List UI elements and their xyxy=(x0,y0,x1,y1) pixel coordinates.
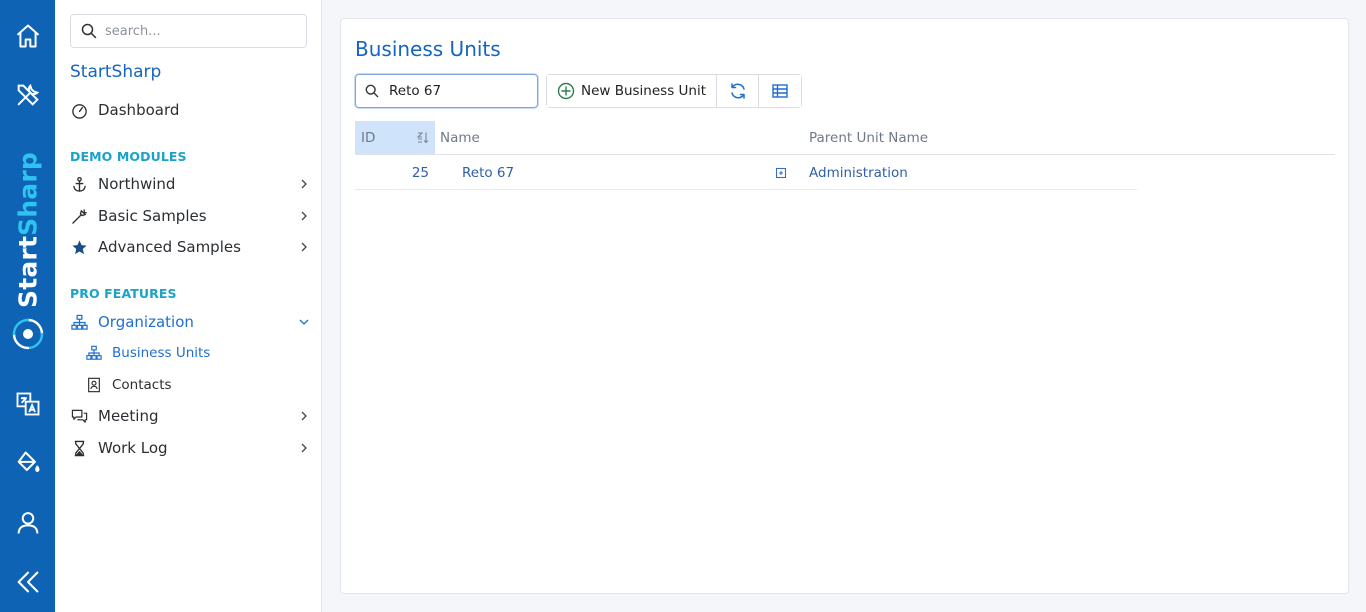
dashboard-icon xyxy=(70,101,88,119)
search-icon xyxy=(81,23,97,39)
table-icon xyxy=(772,84,788,98)
chevron-down-icon xyxy=(299,319,309,325)
collapse-icon xyxy=(17,571,38,593)
sidebar-item-business-units[interactable]: Business Units xyxy=(85,341,285,365)
sidebar-item-organization[interactable]: Organization xyxy=(70,309,310,335)
star-icon xyxy=(70,238,88,256)
administration-button[interactable] xyxy=(0,75,55,115)
grid-quick-search[interactable] xyxy=(355,74,538,108)
wand-icon xyxy=(70,207,88,225)
sidebar-item-label: Dashboard xyxy=(98,101,180,119)
sidebar-item-contacts[interactable]: Contacts xyxy=(85,373,285,397)
sidebar-item-work-log[interactable]: Work Log xyxy=(70,435,310,461)
new-business-unit-label: New Business Unit xyxy=(580,83,707,99)
sidebar-item-northwind[interactable]: Northwind xyxy=(70,171,310,197)
paint-bucket-icon xyxy=(17,451,39,473)
user-icon xyxy=(17,512,38,534)
column-header-parent-unit[interactable]: Parent Unit Name xyxy=(809,121,1109,154)
cell-name-link[interactable]: Reto 67 xyxy=(462,156,514,190)
grid-header: ID Name Parent Unit Name xyxy=(355,121,1335,155)
sidebar-search-input[interactable] xyxy=(105,23,305,39)
sidebar-item-advanced-samples[interactable]: Advanced Samples xyxy=(70,234,310,260)
brand-start: Start xyxy=(13,235,43,309)
edit-parent-button[interactable] xyxy=(775,156,789,190)
icon-rail: StartSharp xyxy=(0,0,55,612)
section-pro-features: PRO FEATURES xyxy=(70,286,177,301)
sidebar-item-label: Work Log xyxy=(98,439,168,457)
brand-logo-icon xyxy=(12,318,44,350)
chevron-right-icon xyxy=(301,411,307,421)
sidebar-item-label: Organization xyxy=(98,313,194,331)
main-panel: Business Units New Business Unit ID Name… xyxy=(340,18,1349,594)
brand-vertical: StartSharp xyxy=(5,150,51,360)
sidebar-item-basic-samples[interactable]: Basic Samples xyxy=(70,203,310,229)
sidebar: StartSharp Dashboard DEMO MODULES Northw… xyxy=(55,0,322,612)
search-icon xyxy=(365,84,379,98)
refresh-button[interactable] xyxy=(717,75,759,107)
org-chart-icon xyxy=(70,313,88,331)
add-circle-icon xyxy=(557,82,575,100)
edit-icon xyxy=(775,167,787,179)
new-business-unit-button[interactable]: New Business Unit xyxy=(547,75,717,107)
sort-ascending-icon xyxy=(416,132,429,144)
sidebar-item-meeting[interactable]: Meeting xyxy=(70,403,310,429)
column-header-id[interactable]: ID xyxy=(355,121,435,154)
chevron-right-icon xyxy=(301,211,307,221)
contact-card-icon xyxy=(85,376,103,394)
home-icon xyxy=(16,24,39,48)
sidebar-item-label: Northwind xyxy=(98,175,176,193)
chevron-right-icon xyxy=(301,179,307,189)
translate-icon xyxy=(16,392,39,416)
brand-wordmark: StartSharp xyxy=(14,152,43,308)
grid-toolbar: New Business Unit xyxy=(546,74,802,108)
page-title: Business Units xyxy=(355,37,501,61)
sidebar-item-label: Business Units xyxy=(112,345,211,361)
cell-id: 25 xyxy=(411,165,429,181)
grid-search-input[interactable] xyxy=(389,83,529,99)
org-chart-icon xyxy=(85,344,103,362)
anchor-icon xyxy=(70,175,88,193)
tools-icon xyxy=(17,83,39,106)
brand-sharp: Sharp xyxy=(13,151,43,236)
refresh-icon xyxy=(730,83,745,99)
column-picker-button[interactable] xyxy=(759,75,801,107)
chevron-right-icon xyxy=(301,443,307,453)
chat-icon xyxy=(70,407,88,425)
column-header-label: ID xyxy=(361,129,376,146)
home-button[interactable] xyxy=(0,16,55,56)
section-demo-modules: DEMO MODULES xyxy=(70,149,187,164)
hourglass-icon xyxy=(70,439,88,457)
column-header-name[interactable]: Name xyxy=(440,121,800,154)
languages-button[interactable] xyxy=(0,384,55,424)
sidebar-item-label: Basic Samples xyxy=(98,207,207,225)
table-row: 25 Reto 67 Administration xyxy=(355,156,1137,190)
sidebar-item-label: Contacts xyxy=(112,377,172,393)
collapse-sidebar-button[interactable] xyxy=(0,562,55,602)
chevron-right-icon xyxy=(301,242,307,252)
sidebar-search[interactable] xyxy=(70,14,307,48)
sidebar-item-label: Advanced Samples xyxy=(98,238,241,256)
cell-parent-unit-link[interactable]: Administration xyxy=(809,156,908,190)
sidebar-item-label: Meeting xyxy=(98,407,159,425)
theme-button[interactable] xyxy=(0,443,55,483)
user-profile-button[interactable] xyxy=(0,503,55,543)
sidebar-brand[interactable]: StartSharp xyxy=(70,62,161,82)
sidebar-item-dashboard[interactable]: Dashboard xyxy=(70,97,310,123)
